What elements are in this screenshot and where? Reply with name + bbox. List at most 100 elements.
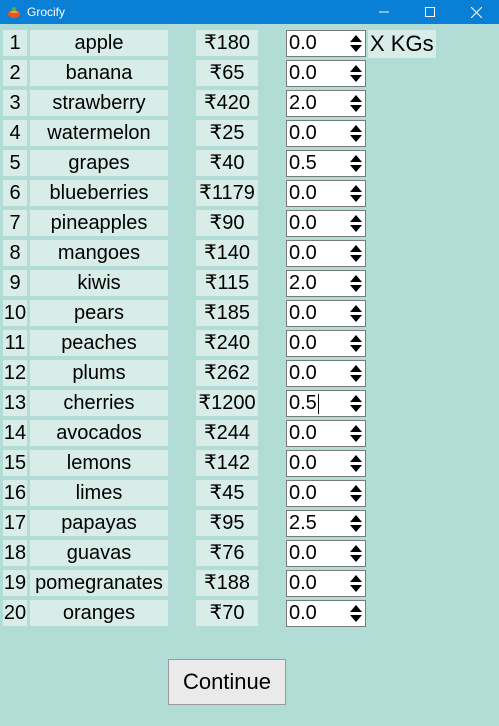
quantity-spinbox[interactable]: 0.0: [286, 570, 366, 597]
increment-arrow-icon[interactable]: [350, 245, 362, 252]
increment-arrow-icon[interactable]: [350, 215, 362, 222]
item-name: pomegranates: [30, 570, 168, 596]
increment-arrow-icon[interactable]: [350, 455, 362, 462]
spin-arrows: [348, 242, 364, 265]
quantity-spinbox[interactable]: 2.5: [286, 510, 366, 537]
decrement-arrow-icon[interactable]: [350, 555, 362, 562]
quantity-input[interactable]: 2.5: [289, 511, 349, 536]
decrement-arrow-icon[interactable]: [350, 75, 362, 82]
decrement-arrow-icon[interactable]: [350, 315, 362, 322]
increment-arrow-icon[interactable]: [350, 275, 362, 282]
spin-arrows: [348, 452, 364, 475]
decrement-arrow-icon[interactable]: [350, 615, 362, 622]
increment-arrow-icon[interactable]: [350, 365, 362, 372]
item-name: strawberry: [30, 90, 168, 116]
quantity-spinbox[interactable]: 0.0: [286, 360, 366, 387]
item-price: ₹262: [196, 360, 258, 386]
quantity-spinbox[interactable]: 0.0: [286, 60, 366, 87]
continue-button[interactable]: Continue: [168, 659, 286, 705]
quantity-spinbox[interactable]: 0.0: [286, 240, 366, 267]
item-name: banana: [30, 60, 168, 86]
increment-arrow-icon[interactable]: [350, 485, 362, 492]
increment-arrow-icon[interactable]: [350, 425, 362, 432]
quantity-spinbox[interactable]: 0.0: [286, 30, 366, 57]
quantity-spinbox[interactable]: 2.0: [286, 270, 366, 297]
decrement-arrow-icon[interactable]: [350, 345, 362, 352]
quantity-input[interactable]: 0.0: [289, 211, 349, 236]
quantity-input[interactable]: 0.0: [289, 571, 349, 596]
quantity-spinbox[interactable]: 2.0: [286, 90, 366, 117]
quantity-input[interactable]: 0.0: [289, 481, 349, 506]
increment-arrow-icon[interactable]: [350, 155, 362, 162]
quantity-spinbox[interactable]: 0.5: [286, 150, 366, 177]
decrement-arrow-icon[interactable]: [350, 525, 362, 532]
quantity-spinbox[interactable]: 0.0: [286, 480, 366, 507]
quantity-input[interactable]: 0.5: [289, 151, 349, 176]
decrement-arrow-icon[interactable]: [350, 495, 362, 502]
spin-arrows: [348, 92, 364, 115]
decrement-arrow-icon[interactable]: [350, 165, 362, 172]
minimize-button[interactable]: [361, 0, 407, 24]
increment-arrow-icon[interactable]: [350, 395, 362, 402]
quantity-spinbox[interactable]: 0.0: [286, 450, 366, 477]
increment-arrow-icon[interactable]: [350, 95, 362, 102]
decrement-arrow-icon[interactable]: [350, 225, 362, 232]
decrement-arrow-icon[interactable]: [350, 135, 362, 142]
quantity-input[interactable]: 0.0: [289, 541, 349, 566]
increment-arrow-icon[interactable]: [350, 65, 362, 72]
quantity-spinbox[interactable]: 0.0: [286, 540, 366, 567]
quantity-input[interactable]: 0.0: [289, 451, 349, 476]
quantity-input[interactable]: 0.0: [289, 181, 349, 206]
decrement-arrow-icon[interactable]: [350, 585, 362, 592]
increment-arrow-icon[interactable]: [350, 575, 362, 582]
item-price: ₹76: [196, 540, 258, 566]
quantity-input[interactable]: 0.0: [289, 241, 349, 266]
increment-arrow-icon[interactable]: [350, 605, 362, 612]
increment-arrow-icon[interactable]: [350, 545, 362, 552]
increment-arrow-icon[interactable]: [350, 185, 362, 192]
quantity-input[interactable]: 2.0: [289, 271, 349, 296]
quantity-input[interactable]: 0.0: [289, 601, 349, 626]
decrement-arrow-icon[interactable]: [350, 465, 362, 472]
quantity-input[interactable]: 0.0: [289, 361, 349, 386]
decrement-arrow-icon[interactable]: [350, 375, 362, 382]
item-number: 13: [3, 390, 27, 416]
item-name: plums: [30, 360, 168, 386]
increment-arrow-icon[interactable]: [350, 335, 362, 342]
quantity-spinbox[interactable]: 0.0: [286, 420, 366, 447]
decrement-arrow-icon[interactable]: [350, 405, 362, 412]
decrement-arrow-icon[interactable]: [350, 45, 362, 52]
increment-arrow-icon[interactable]: [350, 35, 362, 42]
quantity-spinbox[interactable]: 0.0: [286, 300, 366, 327]
decrement-arrow-icon[interactable]: [350, 255, 362, 262]
maximize-button[interactable]: [407, 0, 453, 24]
decrement-arrow-icon[interactable]: [350, 195, 362, 202]
increment-arrow-icon[interactable]: [350, 305, 362, 312]
item-name: mangoes: [30, 240, 168, 266]
increment-arrow-icon[interactable]: [350, 515, 362, 522]
quantity-input[interactable]: 0.0: [289, 331, 349, 356]
quantity-input[interactable]: 0.0: [289, 61, 349, 86]
item-price: ₹142: [196, 450, 258, 476]
list-item: 5 grapes ₹40 0.5: [0, 148, 499, 178]
quantity-input[interactable]: 0.0: [289, 301, 349, 326]
quantity-spinbox[interactable]: 0.0: [286, 120, 366, 147]
close-button[interactable]: [453, 0, 499, 24]
quantity-spinbox[interactable]: 0.0: [286, 600, 366, 627]
decrement-arrow-icon[interactable]: [350, 285, 362, 292]
quantity-input[interactable]: 0.0: [289, 121, 349, 146]
quantity-input[interactable]: 0.5: [289, 391, 349, 416]
list-item: 14 avocados ₹244 0.0: [0, 418, 499, 448]
quantity-spinbox[interactable]: 0.0: [286, 330, 366, 357]
quantity-input[interactable]: 2.0: [289, 91, 349, 116]
quantity-spinbox[interactable]: 0.0: [286, 180, 366, 207]
quantity-spinbox[interactable]: 0.0: [286, 210, 366, 237]
title-bar[interactable]: Grocify: [0, 0, 499, 24]
decrement-arrow-icon[interactable]: [350, 105, 362, 112]
quantity-input[interactable]: 0.0: [289, 421, 349, 446]
item-number: 16: [3, 480, 27, 506]
increment-arrow-icon[interactable]: [350, 125, 362, 132]
quantity-spinbox[interactable]: 0.5: [286, 390, 366, 417]
decrement-arrow-icon[interactable]: [350, 435, 362, 442]
quantity-input[interactable]: 0.0: [289, 31, 349, 56]
